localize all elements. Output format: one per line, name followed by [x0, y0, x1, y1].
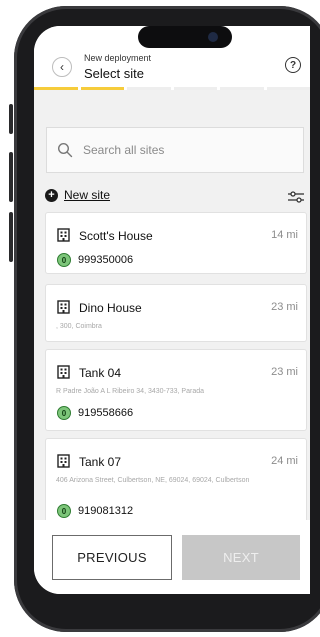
- site-card[interactable]: Dino House 23 mi , 300, Coimbra: [45, 284, 307, 342]
- device-badge: 0: [57, 406, 71, 420]
- site-device: 0 999350006: [57, 253, 133, 267]
- plus-circle-icon: +: [45, 188, 58, 202]
- site-distance: 24 mi: [271, 455, 298, 467]
- site-distance: 23 mi: [271, 366, 298, 378]
- new-site-button[interactable]: + New site: [45, 188, 110, 202]
- search-icon: [57, 142, 73, 158]
- search-input[interactable]: [81, 142, 285, 158]
- camera-icon: [208, 32, 218, 42]
- question-circle-icon[interactable]: ?: [285, 57, 301, 73]
- building-icon: [57, 365, 70, 379]
- site-card[interactable]: Scott's House 14 mi 0 999350006: [45, 212, 307, 274]
- phone-side-button: [9, 212, 13, 262]
- phone-notch: [138, 26, 232, 48]
- footer-actions: PREVIOUS NEXT: [34, 520, 310, 594]
- site-name: Tank 07: [79, 455, 122, 469]
- device-id: 999350006: [78, 254, 134, 266]
- site-card[interactable]: Tank 07 24 mi 406 Arizona Street, Culber…: [45, 438, 307, 530]
- device-id: 919558666: [78, 407, 134, 419]
- site-distance: 23 mi: [271, 301, 298, 313]
- site-device: 0 919558666: [57, 406, 133, 420]
- search-box[interactable]: [46, 127, 304, 173]
- site-list-content: + New site Scott's House 14 mi 0 9993500…: [34, 90, 310, 557]
- device-badge: 0: [57, 253, 71, 267]
- site-distance: 14 mi: [271, 229, 298, 241]
- filter-sliders-icon[interactable]: [288, 191, 304, 203]
- site-address: 406 Arizona Street, Culbertson, NE, 6902…: [56, 477, 250, 484]
- building-icon: [57, 300, 70, 314]
- building-icon: [57, 228, 70, 242]
- site-name: Scott's House: [79, 229, 153, 243]
- device-badge: 0: [57, 504, 71, 518]
- site-device: 0 919081312: [57, 504, 133, 518]
- device-id: 919081312: [78, 505, 134, 517]
- site-name: Dino House: [79, 301, 142, 315]
- building-icon: [57, 454, 70, 468]
- previous-button[interactable]: PREVIOUS: [52, 535, 172, 580]
- site-address: , 300, Coimbra: [56, 323, 102, 330]
- header-subtitle: New deployment: [84, 53, 152, 63]
- new-site-label: New site: [64, 188, 111, 202]
- site-name: Tank 04: [79, 366, 122, 380]
- site-card[interactable]: Tank 04 23 mi R Padre João A L Ribeiro 3…: [45, 349, 307, 431]
- phone-side-button: [9, 152, 13, 202]
- site-address: R Padre João A L Ribeiro 34, 3430-733, P…: [56, 388, 205, 395]
- app-screen: ‹ New deployment Select site ? + New sit…: [34, 26, 310, 594]
- page-title: Select site: [84, 66, 144, 81]
- back-button[interactable]: ‹: [52, 57, 72, 77]
- next-button[interactable]: NEXT: [182, 535, 300, 580]
- phone-side-button: [9, 104, 13, 134]
- chevron-left-icon: ‹: [60, 60, 64, 74]
